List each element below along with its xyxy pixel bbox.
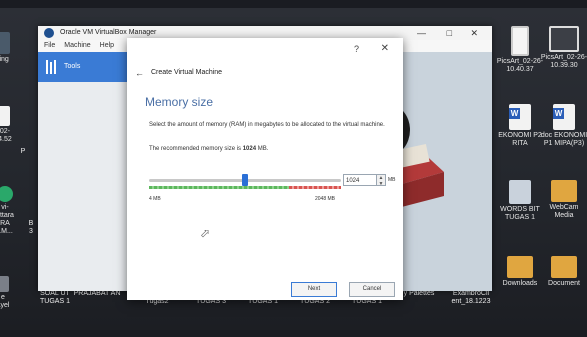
word-doc-icon: W [509,104,531,130]
slider-overcommit-zone [289,186,341,189]
memory-stepper[interactable]: ▲ ▼ [377,174,386,187]
desktop-icon-label: P [20,148,26,155]
help-button[interactable]: ? [354,44,359,54]
slider-safe-zone [149,186,289,189]
slider-handle[interactable] [242,174,248,186]
desktop-icon[interactable]: e ayel [0,276,14,310]
window-title: Oracle VM VirtualBox Manager [60,29,157,36]
desktop-icon-label: I.M... [0,228,13,235]
desktop-icon-label: 3 [29,228,33,235]
cancel-button[interactable]: Cancel [349,282,395,297]
window-close-icon[interactable]: ✕ [470,26,478,40]
desktop-icon-label: e [1,294,5,301]
folder-icon [551,180,577,202]
menu-help[interactable]: Help [100,42,114,49]
recommended-memory-text: The recommended memory size is 1024 MB. [149,146,268,152]
recommended-prefix: The recommended memory size is [149,146,243,152]
file-icon [509,180,531,204]
folder-icon [507,256,533,278]
desktop-icon-label: ayel [0,302,10,309]
desktop-icon-label: vi- [1,204,9,211]
mouse-cursor-icon: ⬀ [200,226,211,240]
desktop-icon-downloads[interactable]: Downloads [496,256,544,288]
desktop-icon-picsart-1[interactable]: PicsArt_02-26-10.40.37 [496,26,544,74]
desktop-icon-label: Downloads [502,280,538,287]
desktop-icon-label: PicsArt_02-26-10.40.37 [496,58,544,73]
recommended-suffix: MB. [256,146,269,152]
desktop-icon-label: 34.52 [0,136,12,143]
memory-size-input[interactable]: 1024 [343,174,377,186]
page-heading: Memory size [145,95,214,109]
create-vm-dialog: ? ✕ ← Create Virtual Machine Memory size… [127,38,403,300]
desktop: ring _02- 34.52 P vi- attara RA I.M... B… [0,8,587,330]
desktop-icon-label: EKONOMI P2 RITA [498,132,542,147]
next-button[interactable]: Next [291,282,337,297]
tools-icon [46,60,56,74]
minimize-icon[interactable]: — [417,26,426,40]
stepper-down-icon[interactable]: ▼ [377,181,385,187]
desktop-icon-document[interactable]: Document [540,256,587,288]
folder-icon [551,256,577,278]
desktop-icon-label: _02- [0,128,10,135]
memory-description: Select the amount of memory (RAM) in meg… [149,122,385,128]
desktop-icon-ekonomi-p1[interactable]: W doc EKONOMI P1 MIPA(P3) [540,104,587,148]
desktop-icon[interactable]: ring [0,32,14,64]
menu-machine[interactable]: Machine [64,42,90,49]
menu-file[interactable]: File [44,42,55,49]
slider-max-label: 2048 MB [315,196,336,202]
desktop-icon-label[interactable]: ExambroCli ent_18.1223 [446,290,496,306]
virtualbox-icon [44,28,54,38]
back-arrow-icon[interactable]: ← [135,68,144,78]
memory-unit-label: MB [388,177,396,183]
word-doc-icon: W [553,104,575,130]
desktop-icon-label: WebCam Media [549,204,579,219]
desktop-icon-label: RA [0,220,10,227]
desktop-icon-words-bit[interactable]: WORDS BIT TUGAS 1 [496,180,544,222]
tools-label: Tools [64,63,81,70]
wizard-title: Create Virtual Machine [151,69,223,76]
recommended-value: 1024 [242,146,257,152]
maximize-icon[interactable]: □ [447,26,452,40]
dialog-close-button[interactable]: ✕ [381,43,389,54]
sidebar: Tools [38,52,138,291]
desktop-icon-label: PicsArt_02-26-10.39.30 [540,54,587,69]
desktop-icon-label: WORDS BIT TUGAS 1 [500,206,540,221]
desktop-icon-ekonomi-p2[interactable]: W EKONOMI P2 RITA [496,104,544,148]
desktop-icon-label: attara [0,212,14,219]
sidebar-item-tools[interactable]: Tools [38,52,138,82]
desktop-icon-label[interactable]: PRAJABAT AN [72,290,122,298]
desktop-icon-label: Document [548,280,580,287]
desktop-icon[interactable]: vi- attara RA I.M... [0,186,18,236]
memory-slider[interactable] [149,174,341,189]
desktop-icon-label: doc EKONOMI P1 MIPA(P3) [540,132,587,147]
desktop-icon-label: ring [0,56,9,63]
desktop-icon-webcam[interactable]: WebCam Media [540,180,587,220]
desktop-icon-label: B [28,220,34,227]
desktop-icon-picsart-2[interactable]: PicsArt_02-26-10.39.30 [540,26,587,70]
desktop-icon[interactable]: _02- 34.52 [0,106,14,144]
slider-min-label: 4 MB [149,196,161,202]
